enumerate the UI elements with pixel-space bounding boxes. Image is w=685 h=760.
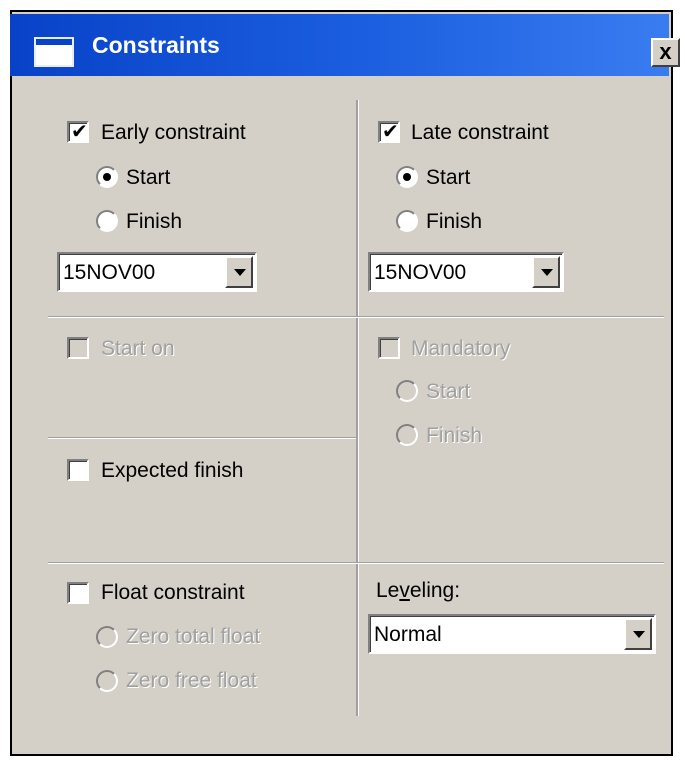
late-finish-label: Finish [426, 210, 483, 233]
leveling-label-accelerator: v [399, 579, 410, 602]
expected-finish-checkbox[interactable] [67, 459, 89, 481]
early-constraint-label: Early constraint [101, 121, 246, 144]
mandatory-start-label: Start [426, 380, 471, 403]
float-constraint-checkbox[interactable] [67, 582, 89, 604]
float-constraint-label: Float constraint [101, 581, 245, 604]
check-icon: ✔ [382, 121, 399, 143]
early-start-label: Start [126, 166, 171, 189]
divider-top [48, 316, 664, 318]
chevron-down-icon[interactable] [624, 618, 652, 650]
early-date-value: 15NOV00 [63, 261, 156, 284]
late-start-radio[interactable] [396, 166, 418, 188]
start-on-label: Start on [101, 337, 175, 360]
divider-bottom [48, 562, 664, 564]
check-icon: ✔ [71, 121, 88, 143]
late-constraint-label: Late constraint [411, 121, 549, 144]
leveling-combo[interactable]: Normal [368, 614, 656, 654]
late-date-value: 15NOV00 [374, 261, 467, 284]
radio-selected-dot [403, 173, 411, 181]
early-finish-radio[interactable] [96, 210, 118, 232]
dialog-title: Constraints [92, 32, 220, 58]
mandatory-checkbox[interactable] [378, 337, 400, 359]
close-icon: x [659, 39, 672, 64]
close-button[interactable]: x [651, 38, 680, 67]
leveling-value: Normal [374, 623, 442, 646]
leveling-label: Leveling: [376, 578, 460, 604]
zero-free-float-label: Zero free float [126, 669, 257, 692]
zero-total-float-label: Zero total float [126, 625, 261, 648]
title-bar[interactable]: Constraints x [10, 14, 680, 76]
late-date-combo[interactable]: 15NOV00 [368, 252, 564, 292]
mandatory-finish-label: Finish [426, 424, 483, 447]
chevron-down-icon[interactable] [225, 256, 253, 288]
vertical-divider [356, 100, 359, 716]
early-date-combo[interactable]: 15NOV00 [57, 252, 257, 292]
early-constraint-checkbox[interactable]: ✔ [67, 121, 89, 143]
window-icon [34, 37, 74, 67]
mandatory-label: Mandatory [411, 337, 511, 360]
late-finish-radio[interactable] [396, 210, 418, 232]
leveling-label-part: eling: [409, 579, 461, 602]
late-start-label: Start [426, 166, 471, 189]
divider-left-mid [48, 437, 356, 439]
late-constraint-checkbox[interactable]: ✔ [378, 121, 400, 143]
early-finish-label: Finish [126, 210, 183, 233]
mandatory-finish-radio[interactable] [396, 424, 418, 446]
early-start-radio[interactable] [96, 166, 118, 188]
expected-finish-label: Expected finish [101, 459, 244, 482]
chevron-down-icon[interactable] [532, 256, 560, 288]
zero-total-float-radio[interactable] [96, 626, 118, 648]
radio-selected-dot [103, 173, 111, 181]
leveling-label-part: Le [376, 579, 400, 602]
start-on-checkbox[interactable] [67, 337, 89, 359]
zero-free-float-radio[interactable] [96, 670, 118, 692]
mandatory-start-radio[interactable] [396, 380, 418, 402]
